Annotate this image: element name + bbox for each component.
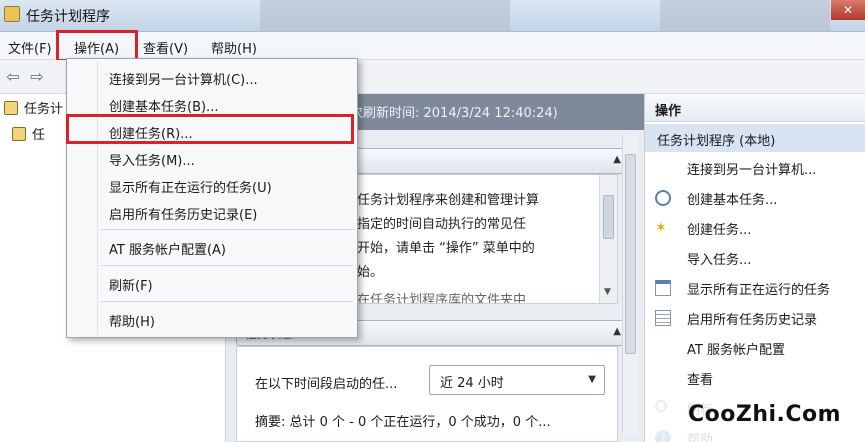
collapse-icon[interactable]: ▲ (613, 154, 621, 165)
scroll-thumb[interactable] (603, 195, 614, 239)
menu-item-connect[interactable]: 连接到另一台计算机(C)... (109, 69, 258, 88)
actions-header: 操作 (645, 94, 865, 122)
close-button[interactable]: ✕ (831, 0, 865, 20)
menu-gutter (97, 61, 98, 335)
new-task-icon: ✶ (655, 220, 667, 236)
menu-item-refresh[interactable]: 刷新(F) (109, 275, 153, 294)
action-show-running[interactable]: 显示所有正在运行的任务 (645, 274, 865, 302)
background-window-ghost (660, 0, 830, 32)
task-status-area: 在以下时间段启动的任... 近 24 小时 ▼ 摘要: 总计 0 个 - 0 个… (236, 346, 618, 442)
calendar-icon (655, 280, 671, 296)
window-title: 任务计划程序 (26, 9, 110, 25)
menu-separator (101, 265, 353, 266)
action-at-service[interactable]: AT 服务帐户配置 (645, 334, 865, 362)
menu-separator (101, 301, 353, 302)
menu-view[interactable]: 查看(V) (143, 38, 188, 57)
collapse-icon[interactable]: ▲ (613, 326, 621, 337)
menu-item-at-service[interactable]: AT 服务帐户配置(A) (109, 239, 226, 258)
tree-item-label: 任务计 (24, 102, 64, 117)
menu-item-help[interactable]: 帮助(H) (109, 311, 155, 330)
status-summary: 摘要: 总计 0 个 - 0 个正在运行，0 个成功，0 个... (255, 415, 551, 430)
menu-file[interactable]: 文件(F) (8, 38, 52, 57)
menu-item-show-running[interactable]: 显示所有正在运行的任务(U) (109, 177, 272, 196)
scroll-thumb[interactable] (625, 154, 636, 354)
select-value: 近 24 小时 (440, 376, 504, 391)
title-bar: 任务计划程序 ✕ (0, 0, 865, 32)
action-label: AT 服务帐户配置 (687, 343, 785, 358)
watermark-text: CooZhi.Com (688, 402, 842, 427)
history-list-icon (655, 310, 671, 326)
action-label: 导入任务... (687, 253, 752, 268)
action-label: 创建任务... (687, 223, 752, 238)
scroll-down-icon[interactable]: ▼ (604, 287, 611, 297)
clock-icon (4, 101, 18, 115)
menu-item-create-basic-task[interactable]: 创建基本任务(B)... (109, 96, 218, 115)
action-label: 连接到另一台计算机... (687, 163, 817, 178)
description-line: 指定的时间自动执行的常见任 (357, 217, 527, 232)
action-view[interactable]: 查看 (645, 364, 865, 392)
back-arrow-icon[interactable]: ⇦ (4, 68, 22, 86)
task-scheduler-icon (4, 6, 20, 22)
action-enable-history[interactable]: 启用所有任务历史记录 (645, 304, 865, 332)
clock-icon (655, 190, 671, 206)
description-scrollbar[interactable]: ▼ (599, 175, 617, 303)
menu-item-import-task[interactable]: 导入任务(M)... (109, 150, 195, 169)
folder-icon (12, 127, 26, 141)
action-label: 查看 (687, 373, 714, 388)
action-connect[interactable]: 连接到另一台计算机... (645, 154, 865, 182)
background-window-ghost (260, 0, 510, 32)
action-label: 显示所有正在运行的任务 (687, 283, 831, 298)
highlight-box-create-task (66, 114, 354, 144)
description-line: 开始，请单击 “操作” 菜单中的 (357, 241, 535, 256)
tree-item-library[interactable]: 任 (12, 126, 45, 146)
action-label: 创建基本任务... (687, 193, 778, 208)
menu-item-enable-history[interactable]: 启用所有任务历史记录(E) (109, 204, 257, 223)
description-line: 始。 (357, 265, 384, 280)
actions-pane: 操作 任务计划程序 (本地) 连接到另一台计算机... 创建基本任务... ✶ 创… (644, 94, 865, 442)
action-create-task[interactable]: ✶ 创建任务... (645, 214, 865, 242)
action-dropdown-menu: 连接到另一台计算机(C)... 创建基本任务(B)... 创建任务(R)... … (66, 58, 358, 338)
status-period-label: 在以下时间段启动的任... (255, 377, 398, 392)
description-line: 任务计划程序来创建和管理计算 (357, 193, 540, 208)
status-period-select[interactable]: 近 24 小时 ▼ (429, 365, 605, 395)
watermark: CooZhi.Com (650, 394, 865, 442)
action-import-task[interactable]: 导入任务... (645, 244, 865, 272)
forward-arrow-icon[interactable]: ⇨ (28, 68, 46, 86)
tree-item-root[interactable]: 任务计 (4, 100, 63, 120)
action-label: 启用所有任务历史记录 (687, 313, 818, 328)
menu-separator (101, 229, 353, 230)
description-line: 在任务计划程序库的文件夹中 (357, 293, 527, 304)
summary-scrollbar[interactable] (622, 134, 638, 434)
menu-help[interactable]: 帮助(H) (211, 38, 257, 57)
chevron-down-icon: ▼ (588, 374, 596, 385)
tree-item-label: 任 (32, 128, 46, 143)
action-create-basic-task[interactable]: 创建基本任务... (645, 184, 865, 212)
actions-subheader[interactable]: 任务计划程序 (本地) (645, 124, 865, 152)
